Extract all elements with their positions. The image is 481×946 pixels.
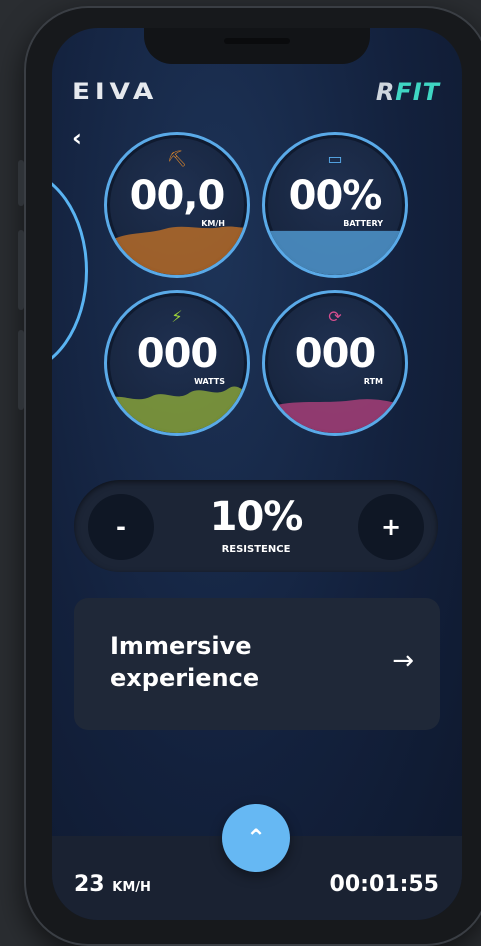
elapsed-time: 00:01:55 bbox=[329, 872, 439, 897]
battery-unit: BATTERY bbox=[343, 219, 383, 228]
rfit-logo-accent: FIT bbox=[395, 78, 440, 106]
speed-readout-unit: KM/H bbox=[112, 880, 151, 895]
speed-gauge: ⛏ 00,0 KM/H bbox=[104, 132, 250, 278]
rfit-logo: RFIT bbox=[376, 78, 440, 106]
battery-value: 00% bbox=[288, 173, 383, 219]
resistance-control: - 10% RESISTENCE + bbox=[74, 480, 438, 572]
phone-side-button bbox=[18, 160, 24, 206]
increase-resistance-button[interactable]: + bbox=[358, 494, 424, 560]
rtm-value: 000 bbox=[294, 331, 377, 377]
watts-unit: WATTS bbox=[194, 377, 225, 386]
phone-side-button bbox=[18, 330, 24, 410]
speaker-grill bbox=[224, 38, 290, 44]
speed-value: 00,0 bbox=[129, 173, 226, 219]
rtm-unit: RTM bbox=[363, 377, 383, 386]
phone-notch bbox=[144, 28, 370, 64]
speed-readout-value: 23 bbox=[74, 872, 105, 897]
bolt-icon: ⚡ bbox=[171, 307, 183, 326]
chevron-up-icon[interactable]: ⌃ bbox=[222, 804, 290, 872]
pickaxe-icon: ⛏ bbox=[166, 149, 188, 168]
rtm-gauge: ⟳ 000 RTM bbox=[262, 290, 408, 436]
immersive-title: Immersive experience bbox=[110, 632, 260, 692]
refresh-icon: ⟳ bbox=[328, 307, 342, 326]
watts-gauge: ⚡ 000 WATTS bbox=[104, 290, 250, 436]
battery-icon: ▭ bbox=[327, 149, 343, 168]
battery-gauge: ▭ 00% BATTERY bbox=[262, 132, 408, 278]
phone-side-button bbox=[18, 230, 24, 310]
chevron-left-icon[interactable]: ‹ bbox=[72, 124, 82, 152]
speed-readout: 23 KM/H bbox=[74, 872, 151, 897]
arrow-right-icon: → bbox=[392, 646, 414, 676]
app-screen: EIVA RFIT ‹ ⛏ 00,0 KM/H ▭ 00% BATTERY ⚡ … bbox=[52, 28, 462, 920]
immersive-experience-card[interactable]: Immersive experience → bbox=[74, 598, 440, 730]
previous-gauge-ring bbox=[52, 168, 88, 374]
eiva-logo: EIVA bbox=[72, 80, 159, 105]
speed-unit: KM/H bbox=[201, 219, 225, 228]
watts-value: 000 bbox=[136, 331, 219, 377]
rfit-logo-prefix: R bbox=[375, 78, 396, 106]
